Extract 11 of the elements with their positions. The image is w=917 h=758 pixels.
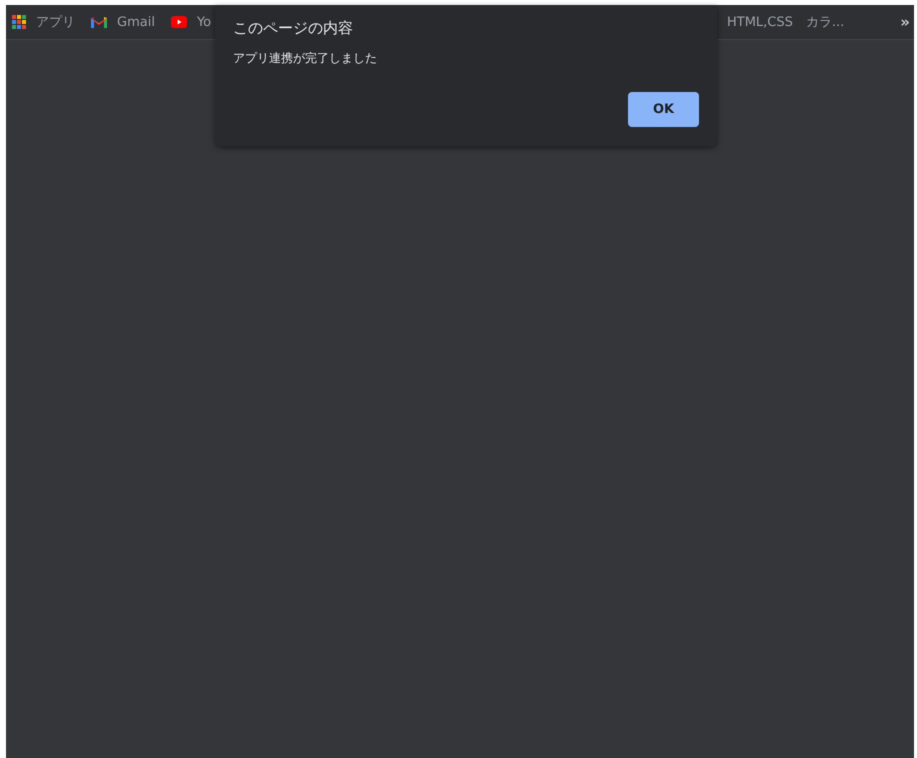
bookmark[interactable]: HTML,CSS カラ... <box>727 13 844 31</box>
bookmark[interactable]: アプリ <box>12 13 75 31</box>
dialog-message: アプリ連携が完了しました <box>233 50 378 67</box>
envelope-icon <box>91 16 107 28</box>
bookmark[interactable]: Gmail <box>91 14 155 30</box>
ok-button[interactable]: OK <box>628 92 699 127</box>
apps-grid-icon <box>12 15 26 29</box>
bookmark[interactable]: Yo <box>170 14 212 30</box>
dialog-title: このページの内容 <box>233 19 354 38</box>
play-icon <box>170 16 187 28</box>
more-bookmarks-button[interactable]: » <box>900 13 910 31</box>
